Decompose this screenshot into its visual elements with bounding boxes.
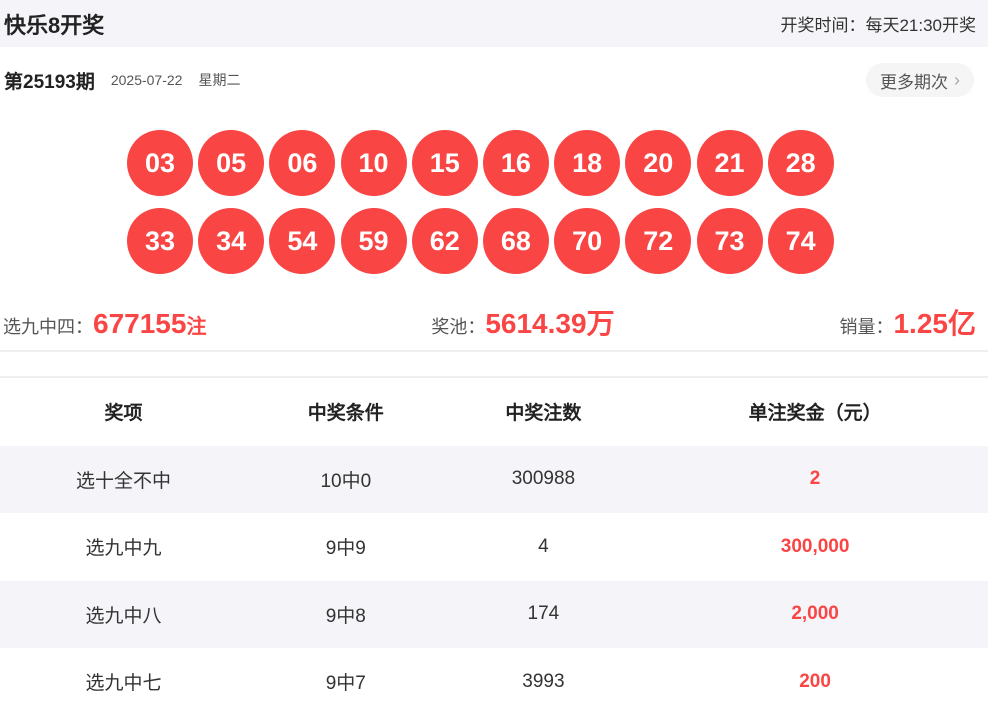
stat-unit: 注	[186, 316, 207, 338]
number-ball: 10	[340, 130, 407, 196]
table-cell: 3993	[522, 670, 565, 692]
table-cell: 2	[809, 468, 821, 490]
table-row: 选九中九 9中9 4 300,000	[0, 513, 988, 581]
more-issues-label: 更多期次	[880, 72, 948, 92]
page-title: 快乐8开奖	[4, 12, 105, 38]
stat-pool: 奖池：5614.39万	[431, 302, 614, 342]
column-header: 中奖注数	[505, 403, 582, 425]
divider	[0, 350, 988, 378]
prize-table: 奖项 中奖条件 中奖注数 单注奖金（元） 选十全不中 10中0 300988 2 选九中九 9中…	[0, 378, 988, 716]
number-ball: 16	[482, 130, 549, 196]
number-ball: 03	[127, 130, 193, 196]
number-ball: 06	[269, 130, 336, 196]
chevron-right-icon: ›	[954, 69, 960, 90]
stat-unit: 亿	[947, 308, 976, 339]
table-cell: 9中8	[325, 605, 366, 627]
table-header: 奖项 中奖条件 中奖注数 单注奖金（元）	[0, 378, 988, 446]
table-cell: 300988	[511, 468, 576, 490]
number-ball: 18	[554, 130, 621, 196]
number-ball: 21	[696, 130, 763, 196]
stat-unit: 万	[586, 308, 615, 339]
number-ball: 68	[482, 208, 549, 274]
issue-weekday: 星期二	[198, 72, 241, 88]
table-cell: 174	[527, 603, 560, 625]
stat-label: 销量：	[839, 317, 894, 337]
number-ball: 33	[127, 208, 193, 274]
table-row: 选十全不中 10中0 300988 2	[0, 445, 988, 513]
number-ball: 73	[696, 208, 763, 274]
number-ball: 54	[269, 208, 336, 274]
winning-numbers: 03 05 06 10 15 16 18 20 21 28 33 34 54 59 62 68 70 72 73 74	[127, 130, 847, 274]
number-ball: 15	[411, 130, 478, 196]
number-ball: 70	[554, 208, 621, 274]
issue-bar: 第25193期 2025-07-22 星期二 更多期次 ›	[0, 47, 988, 113]
table-cell: 200	[799, 670, 831, 692]
number-ball: 34	[198, 208, 265, 274]
issue-date: 2025-07-22	[110, 72, 183, 88]
table-cell: 10中0	[320, 470, 372, 492]
draw-time: 开奖时间：每天21:30开奖	[780, 16, 976, 35]
column-header: 奖项	[104, 403, 143, 425]
table-row: 选九中七 9中7 3993 200	[0, 648, 988, 716]
table-cell: 9中9	[325, 538, 366, 560]
stat-label: 选九中四：	[3, 317, 93, 337]
number-ball: 72	[625, 208, 692, 274]
number-ball: 74	[767, 208, 834, 274]
table-cell: 选九中七	[85, 673, 162, 695]
stat-label: 奖池：	[431, 317, 486, 337]
number-ball: 20	[625, 130, 692, 196]
stat-x94: 选九中四：677155注	[3, 308, 206, 340]
table-cell: 300,000	[780, 535, 850, 557]
issue-number: 第25193期	[4, 71, 95, 93]
number-ball: 28	[767, 130, 834, 196]
stat-value: 1.25	[893, 308, 948, 339]
column-header: 单注奖金（元）	[748, 403, 882, 425]
stat-value: 677155	[93, 308, 187, 339]
stat-sales: 销量：1.25亿	[839, 302, 976, 342]
table-cell: 4	[538, 535, 549, 557]
number-ball: 05	[198, 130, 265, 196]
table-row: 选九中八 9中8 174 2,000	[0, 580, 988, 648]
table-cell: 选九中九	[85, 538, 162, 560]
table-cell: 9中7	[325, 673, 366, 695]
table-cell: 选九中八	[85, 605, 162, 627]
table-cell: 2,000	[791, 603, 839, 625]
table-cell: 选十全不中	[75, 470, 171, 492]
stats-row: 选九中四：677155注 奖池：5614.39万 销量：1.25亿	[0, 302, 988, 346]
number-ball: 59	[340, 208, 407, 274]
number-ball: 62	[411, 208, 478, 274]
header: 快乐8开奖 开奖时间：每天21:30开奖	[0, 0, 988, 47]
more-issues-button[interactable]: 更多期次 ›	[866, 63, 974, 97]
stat-value: 5614.39	[485, 308, 587, 339]
column-header: 中奖条件	[307, 403, 384, 425]
